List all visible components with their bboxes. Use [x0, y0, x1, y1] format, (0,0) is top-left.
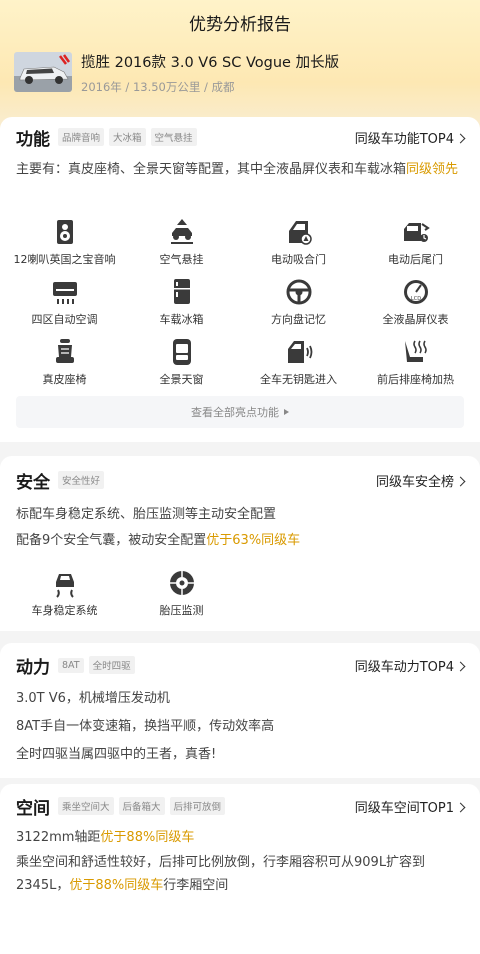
feature-item[interactable]: 12喇叭英国之宝音响 [6, 217, 123, 277]
tire-pressure-icon [169, 571, 194, 595]
car-name: 揽胜 2016款 3.0 V6 SC Vogue 加长版 [81, 55, 340, 71]
car-summary[interactable]: 揽胜 2016款 3.0 V6 SC Vogue 加长版 2016年 / 13.… [14, 52, 466, 100]
chevron-right-icon [455, 661, 466, 671]
triangle-right-icon [284, 409, 289, 415]
sunroof-icon [172, 339, 191, 365]
feature-item[interactable]: 车身稳定系统 [6, 568, 123, 628]
power-section: 动力 8AT 全时四驱 同级车动力TOP4 3.0T V6，机械增压发动机 8A… [0, 643, 480, 778]
feature-item[interactable]: 电动后尾门 [357, 217, 474, 277]
space-line: 3122mm轴距优于88%同级车 [16, 830, 195, 845]
view-all-features-button[interactable]: 查看全部亮点功能 [16, 396, 464, 428]
feature-item[interactable]: 全景天窗 [123, 337, 240, 397]
safety-feature-grid: 车身稳定系统 胎压监测 [0, 568, 480, 628]
feature-grid: 12喇叭英国之宝音响 空气悬挂 电动吸合门 电动后尾门 四区自动空调 车载冰箱 … [0, 217, 480, 397]
car-thumbnail [14, 52, 72, 92]
power-ranking-link[interactable]: 同级车动力TOP4 [355, 656, 466, 675]
car-meta: 2016年 / 13.50万公里 / 成都 [81, 80, 235, 94]
feature-item[interactable]: 真皮座椅 [6, 337, 123, 397]
esp-icon [55, 574, 74, 598]
chevron-right-icon [455, 802, 466, 812]
chevron-right-icon [455, 476, 466, 486]
chevron-right-icon [455, 133, 466, 143]
feature-item[interactable]: 四区自动空调 [6, 277, 123, 337]
tag: 全时四驱 [88, 656, 135, 674]
tag: 8AT [58, 657, 84, 673]
function-description: 主要有：真皮座椅、全景天窗等配置，其中全液晶屏仪表和车载冰箱同级领先 [16, 162, 459, 177]
feature-item[interactable]: LCD 全液晶屏仪表 [357, 277, 474, 337]
section-title: 功能 [16, 129, 50, 150]
steering-wheel-icon [286, 279, 311, 305]
lcd-gauge-icon: LCD [403, 280, 428, 304]
safety-section: 安全 安全性好 同级车安全榜 标配车身稳定系统、胎压监测等主动安全配置 配备9个… [0, 456, 480, 631]
feature-item[interactable]: 全车无钥匙进入 [240, 337, 357, 397]
section-title: 空间 [16, 798, 50, 819]
feature-item[interactable]: 空气悬挂 [123, 217, 240, 277]
power-line: 8AT手自一体变速箱，换挡平顺，传动效率高 [16, 719, 275, 734]
safety-ranking-link[interactable]: 同级车安全榜 [376, 471, 466, 490]
tag: 安全性好 [58, 471, 105, 489]
tag: 后排可放倒 [169, 797, 226, 815]
feature-item[interactable]: 电动吸合门 [240, 217, 357, 277]
space-section: 空间 乘坐空间大 后备箱大 后排可放倒 同级车空间TOP1 3122mm轴距优于… [0, 784, 480, 954]
function-section: 功能 品牌音响 大冰箱 空气悬挂 同级车功能TOP4 主要有：真皮座椅、全景天窗… [0, 117, 480, 442]
soft-close-door-icon [288, 221, 312, 245]
feature-item[interactable]: 车载冰箱 [123, 277, 240, 337]
tag: 空气悬挂 [150, 128, 197, 146]
air-suspension-icon [170, 219, 193, 244]
climate-icon [52, 282, 77, 304]
function-ranking-link[interactable]: 同级车功能TOP4 [355, 128, 466, 147]
svg-text:LCD: LCD [410, 296, 420, 302]
space-line: 乘坐空间和舒适性较好，后排可比例放倒，行李厢容积可从909L扩容到 [16, 855, 426, 870]
safety-line: 标配车身稳定系统、胎压监测等主动安全配置 [16, 507, 277, 522]
page-title: 优势分析报告 [189, 14, 291, 35]
power-line: 3.0T V6，机械增压发动机 [16, 691, 170, 706]
space-line: 2345L，优于88%同级车行李厢空间 [16, 878, 229, 893]
seat-heating-icon [404, 340, 427, 362]
tag: 后备箱大 [118, 797, 165, 815]
speaker-icon [56, 220, 73, 244]
power-tailgate-icon [403, 223, 430, 242]
tag: 乘坐空间大 [58, 797, 114, 815]
section-title: 安全 [16, 472, 50, 493]
feature-item[interactable]: 前后排座椅加热 [357, 337, 474, 397]
space-ranking-link[interactable]: 同级车空间TOP1 [355, 797, 466, 816]
tag: 品牌音响 [58, 128, 105, 146]
fridge-icon [173, 279, 190, 304]
feature-item[interactable]: 胎压监测 [123, 568, 240, 628]
power-line: 全时四驱当属四驱中的王者，真香! [16, 747, 217, 762]
feature-item[interactable]: 方向盘记忆 [240, 277, 357, 337]
keyless-entry-icon [287, 341, 312, 363]
section-title: 动力 [16, 657, 50, 678]
tag: 大冰箱 [109, 128, 146, 146]
safety-line: 配备9个安全气囊，被动安全配置优于63%同级车 [16, 533, 301, 548]
leather-seat-icon [55, 339, 74, 363]
